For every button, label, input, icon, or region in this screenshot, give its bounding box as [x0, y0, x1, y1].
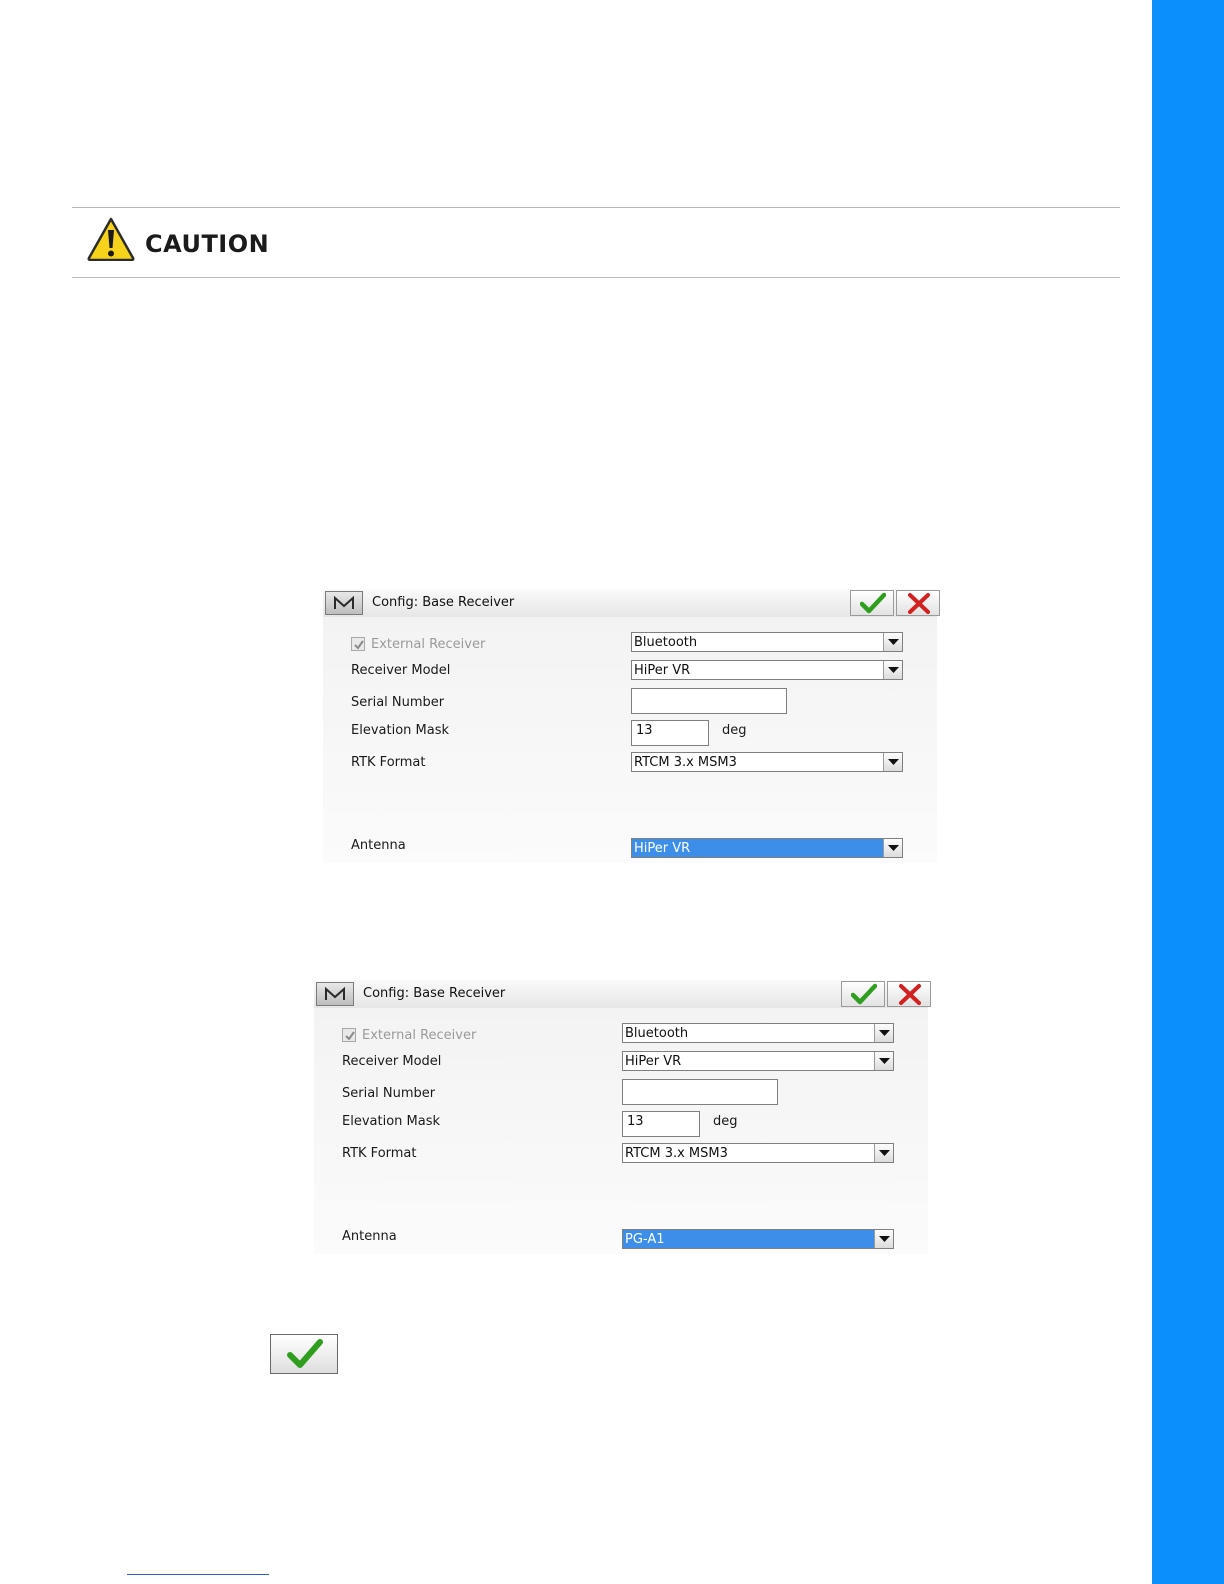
menu-button[interactable]	[316, 982, 354, 1006]
antenna-value: PG-A1	[625, 1232, 665, 1247]
caution-heading: CAUTION	[145, 230, 270, 258]
config-base-receiver-dialog: Config: Base Receiver External Receiver …	[323, 589, 940, 863]
close-icon	[908, 593, 930, 614]
connection-select[interactable]: Bluetooth	[631, 632, 903, 652]
elevation-mask-unit: deg	[722, 723, 747, 738]
dropdown-arrow-icon[interactable]	[883, 753, 902, 771]
serial-number-input[interactable]	[631, 688, 787, 714]
receiver-model-value: HiPer VR	[634, 663, 691, 678]
elevation-mask-unit: deg	[713, 1114, 738, 1129]
dropdown-arrow-icon[interactable]	[883, 633, 902, 651]
checkmark-icon	[354, 640, 364, 650]
elevation-mask-value: 13	[627, 1114, 644, 1129]
antenna-label: Antenna	[342, 1229, 397, 1244]
elevation-mask-input[interactable]: 13	[622, 1111, 700, 1137]
dropdown-arrow-icon[interactable]	[883, 839, 902, 857]
antenna-select[interactable]: PG-A1	[622, 1229, 894, 1249]
connection-select[interactable]: Bluetooth	[622, 1023, 894, 1043]
check-icon	[851, 983, 877, 1005]
rtk-format-select[interactable]: RTCM 3.x MSM3	[622, 1143, 894, 1163]
dialog-titlebar: Config: Base Receiver	[323, 589, 940, 617]
dropdown-arrow-icon[interactable]	[874, 1024, 893, 1042]
receiver-model-select[interactable]: HiPer VR	[631, 660, 903, 680]
receiver-model-label: Receiver Model	[342, 1054, 442, 1069]
ok-button[interactable]	[850, 590, 894, 616]
dialog-title: Config: Base Receiver	[372, 595, 515, 610]
menu-button[interactable]	[325, 591, 363, 615]
dialog-titlebar: Config: Base Receiver	[314, 980, 931, 1008]
menu-m-icon	[325, 986, 345, 1000]
rtk-format-label: RTK Format	[342, 1146, 417, 1161]
rtk-format-label: RTK Format	[351, 755, 426, 770]
rtk-format-select[interactable]: RTCM 3.x MSM3	[631, 752, 903, 772]
check-icon	[287, 1339, 323, 1368]
receiver-model-select[interactable]: HiPer VR	[622, 1051, 894, 1071]
dropdown-arrow-icon[interactable]	[874, 1052, 893, 1070]
serial-number-label: Serial Number	[351, 695, 445, 710]
connection-value: Bluetooth	[634, 635, 698, 650]
antenna-selection-highlight: HiPer VR	[632, 839, 883, 857]
ok-button[interactable]	[841, 981, 885, 1007]
dropdown-arrow-icon[interactable]	[874, 1144, 893, 1162]
menu-m-icon	[334, 595, 354, 609]
elevation-mask-value: 13	[636, 723, 653, 738]
checkmark-icon	[345, 1031, 355, 1041]
warning-icon	[87, 217, 135, 262]
rtk-format-value: RTCM 3.x MSM3	[634, 755, 737, 770]
serial-number-label: Serial Number	[342, 1086, 436, 1101]
elevation-mask-label: Elevation Mask	[351, 723, 450, 738]
rtk-format-value: RTCM 3.x MSM3	[625, 1146, 728, 1161]
footer-link-underline[interactable]	[127, 1574, 269, 1575]
config-base-receiver-dialog: Config: Base Receiver External Receiver …	[314, 980, 931, 1254]
serial-number-input[interactable]	[622, 1079, 778, 1105]
elevation-mask-input[interactable]: 13	[631, 720, 709, 746]
elevation-mask-label: Elevation Mask	[342, 1114, 441, 1129]
check-icon	[860, 592, 886, 614]
receiver-model-value: HiPer VR	[625, 1054, 682, 1069]
side-accent-bar	[1152, 0, 1224, 1584]
dropdown-arrow-icon[interactable]	[874, 1230, 893, 1248]
caution-top-rule	[72, 207, 1120, 208]
dropdown-arrow-icon[interactable]	[883, 661, 902, 679]
caution-bottom-rule	[72, 277, 1120, 278]
dialog-title: Config: Base Receiver	[363, 986, 506, 1001]
antenna-value: HiPer VR	[634, 841, 691, 856]
receiver-model-label: Receiver Model	[351, 663, 451, 678]
cancel-button[interactable]	[896, 590, 940, 616]
cancel-button[interactable]	[887, 981, 931, 1007]
accept-button[interactable]	[270, 1334, 338, 1374]
external-receiver-checkbox[interactable]	[342, 1028, 356, 1042]
antenna-label: Antenna	[351, 838, 406, 853]
close-icon	[899, 984, 921, 1005]
external-receiver-checkbox[interactable]	[351, 637, 365, 651]
external-receiver-label: External Receiver	[371, 637, 486, 652]
antenna-select[interactable]: HiPer VR	[631, 838, 903, 858]
antenna-selection-highlight: PG-A1	[623, 1230, 874, 1248]
connection-value: Bluetooth	[625, 1026, 689, 1041]
external-receiver-label: External Receiver	[362, 1028, 477, 1043]
